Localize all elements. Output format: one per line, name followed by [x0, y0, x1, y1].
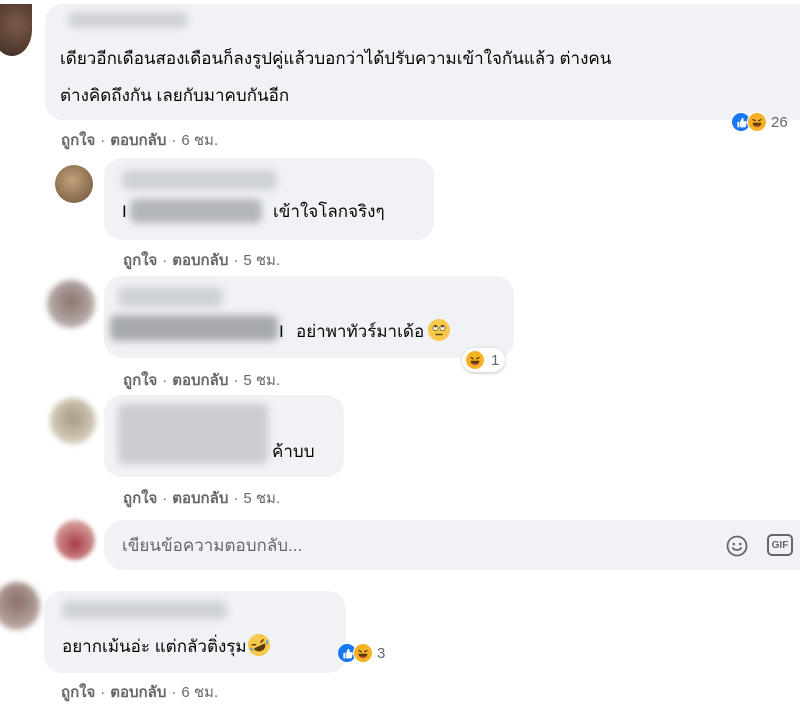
- comment-actions: ถูกใจ · ตอบกลับ · 6 ชม.: [61, 684, 219, 701]
- reply-input[interactable]: [120, 532, 684, 560]
- avatar[interactable]: [47, 280, 95, 328]
- timestamp[interactable]: 5 ชม.: [243, 372, 280, 389]
- comment-text: อยากเม้นอ่ะ แต่กลัวติ่งรุม: [62, 630, 274, 660]
- reply-link[interactable]: ตอบกลับ: [110, 684, 166, 701]
- gif-label: GIF: [771, 539, 789, 551]
- comment-actions: ถูกใจ · ตอบกลับ · 5 ชม.: [123, 372, 281, 389]
- current-user-avatar[interactable]: [55, 520, 95, 560]
- haha-reaction-icon: [465, 350, 485, 370]
- comment-text: อย่าพาทัวร์มาเด้อ: [296, 318, 451, 345]
- avatar[interactable]: [55, 165, 93, 203]
- like-link[interactable]: ถูกใจ: [61, 132, 95, 149]
- haha-reaction-icon: [747, 112, 767, 132]
- reply-link[interactable]: ตอบกลับ: [172, 372, 228, 389]
- like-link[interactable]: ถูกใจ: [123, 372, 157, 389]
- comment-text: ต่างคิดถึงกัน เลยกับมาคบกันอีก: [60, 86, 290, 105]
- comment-prefix: I: [122, 202, 127, 221]
- rolling-eyes-emoji: [428, 319, 451, 341]
- avatar[interactable]: [0, 582, 40, 630]
- comment-text: เข้าใจโลกจริงๆ: [273, 202, 385, 221]
- comment-prefix: I: [279, 322, 284, 341]
- comment-actions: ถูกใจ · ตอบกลับ · 5 ชม.: [123, 490, 281, 507]
- like-link[interactable]: ถูกใจ: [61, 684, 95, 701]
- reply-link[interactable]: ตอบกลับ: [172, 252, 228, 269]
- reply-link[interactable]: ตอบกลับ: [172, 490, 228, 507]
- like-link[interactable]: ถูกใจ: [123, 252, 157, 269]
- commenter-name[interactable]: [68, 12, 188, 28]
- avatar[interactable]: [0, 4, 32, 56]
- reaction-summary[interactable]: 26: [728, 110, 794, 134]
- gif-icon[interactable]: GIF: [767, 534, 793, 556]
- emoji-picker-icon[interactable]: [725, 534, 749, 558]
- commenter-name[interactable]: [62, 601, 227, 619]
- commenter-name[interactable]: [122, 170, 277, 190]
- reaction-summary[interactable]: 1: [462, 348, 506, 372]
- reaction-count: 1: [491, 351, 500, 369]
- haha-reaction-icon: [353, 643, 373, 663]
- timestamp[interactable]: 6 ชม.: [181, 132, 218, 149]
- reaction-summary[interactable]: 3: [334, 641, 391, 665]
- comment-actions: ถูกใจ · ตอบกลับ · 6 ชม.: [61, 132, 219, 149]
- timestamp[interactable]: 5 ชม.: [243, 490, 280, 507]
- like-link[interactable]: ถูกใจ: [123, 490, 157, 507]
- avatar[interactable]: [50, 398, 96, 444]
- comment-text: ค้าบบ: [272, 442, 315, 461]
- timestamp[interactable]: 5 ชม.: [243, 252, 280, 269]
- comment-text: เดียวอีกเดือนสองเดือนก็ลงรูปคู่แล้วบอกว่…: [60, 49, 612, 68]
- reaction-count: 3: [377, 644, 386, 662]
- reply-link[interactable]: ตอบกลับ: [110, 132, 166, 149]
- reaction-count: 26: [771, 113, 788, 131]
- rofl-emoji: [244, 630, 274, 660]
- commenter-name[interactable]: [118, 287, 223, 307]
- blurred-mention: [110, 315, 278, 341]
- timestamp[interactable]: 6 ชม.: [181, 684, 218, 701]
- commenter-name[interactable]: [118, 404, 268, 464]
- blurred-mention: [130, 199, 262, 223]
- comment-actions: ถูกใจ · ตอบกลับ · 5 ชม.: [123, 252, 281, 269]
